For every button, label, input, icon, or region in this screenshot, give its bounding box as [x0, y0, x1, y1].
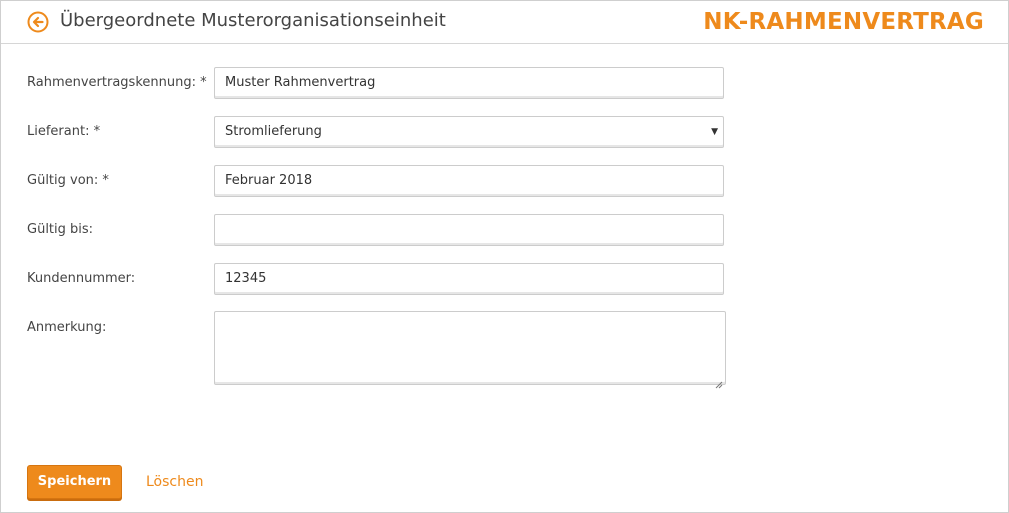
anmerkung-textarea[interactable]: [214, 311, 726, 389]
kundennummer-label: Kundennummer:: [27, 271, 136, 286]
rahmenvertragskennung-input[interactable]: Muster Rahmenvertrag: [214, 67, 724, 99]
form-panel: Übergeordnete Musterorganisationseinheit…: [0, 0, 1009, 513]
gueltig-bis-input[interactable]: [214, 214, 724, 246]
gueltig-von-input[interactable]: Februar 2018: [214, 165, 724, 197]
lieferant-selected-value: Stromlieferung: [225, 124, 322, 139]
lieferant-label: Lieferant: *: [27, 124, 101, 139]
lieferant-select[interactable]: Stromlieferung ▼: [214, 116, 724, 148]
save-button[interactable]: Speichern: [27, 465, 122, 499]
page-title: Übergeordnete Musterorganisationseinheit: [60, 10, 446, 31]
back-arrow-icon[interactable]: [27, 11, 49, 33]
rahmenvertragskennung-label: Rahmenvertragskennung: *: [27, 75, 207, 90]
gueltig-von-label: Gültig von: *: [27, 173, 109, 188]
dropdown-arrow-icon: ▼: [711, 127, 718, 137]
delete-link[interactable]: Löschen: [146, 473, 203, 491]
resize-grip-icon[interactable]: [715, 374, 723, 389]
anmerkung-label: Anmerkung:: [27, 320, 107, 335]
kundennummer-input[interactable]: 12345: [214, 263, 724, 295]
header-bar: Übergeordnete Musterorganisationseinheit…: [1, 1, 1008, 44]
brand-title: NK-RAHMENVERTRAG: [703, 9, 984, 35]
gueltig-bis-label: Gültig bis:: [27, 222, 94, 237]
